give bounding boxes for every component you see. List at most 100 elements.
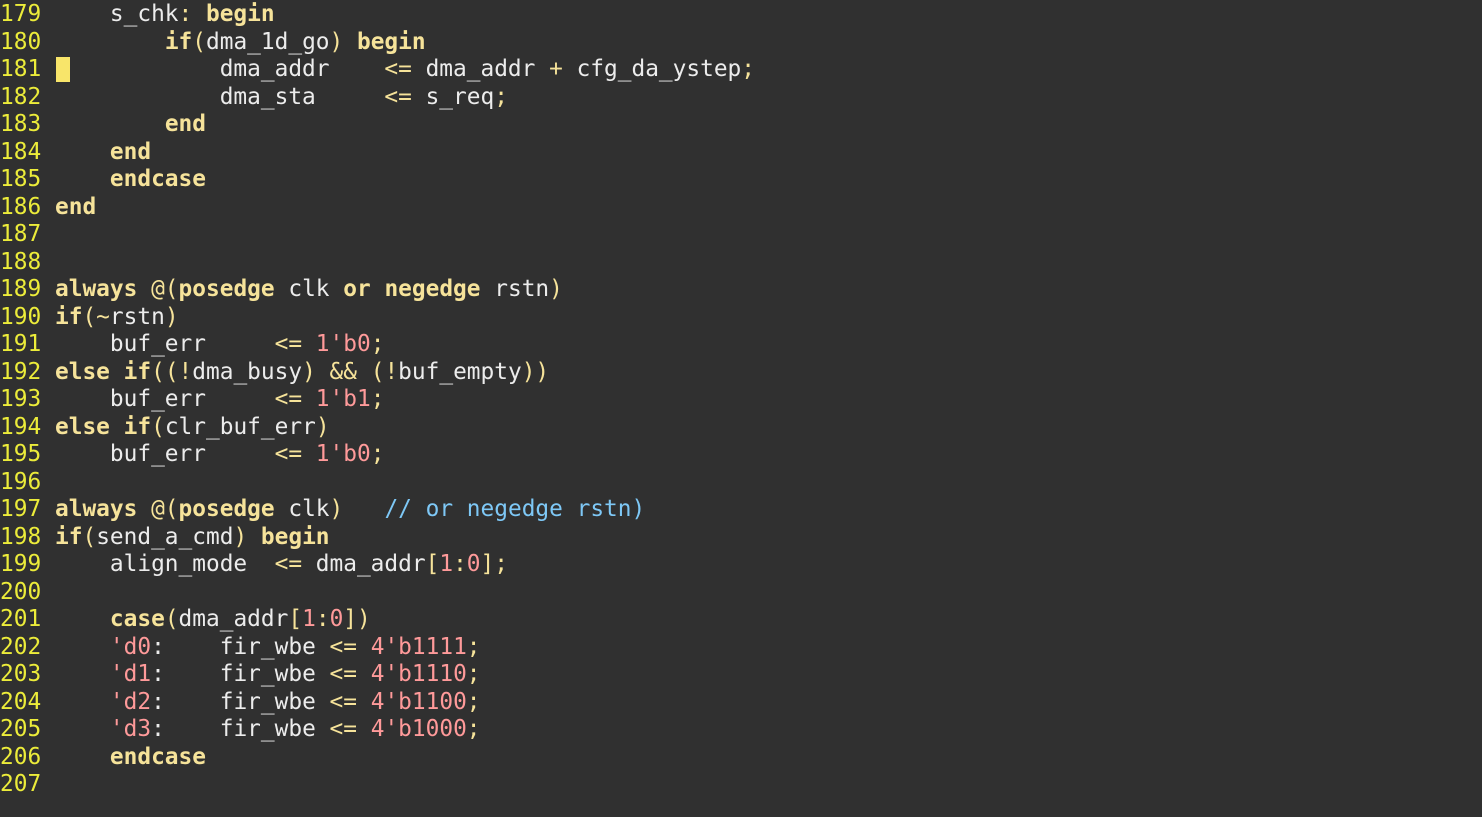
code-token: buf_err [55, 331, 275, 357]
code-editor[interactable]: 179 s_chk: begin 180 if(dma_1d_go) begin 1… [0, 0, 1482, 817]
code-token: )) [521, 358, 550, 385]
code-line[interactable]: 207 [0, 771, 55, 799]
code-line[interactable]: 205 'd3: fir_wbe <= 4'b1000; [0, 716, 481, 744]
code-line[interactable]: 183 end [0, 111, 206, 139]
code-line[interactable]: 190 if(~rstn) [0, 304, 179, 332]
code-token: ]; [480, 551, 508, 577]
code-line[interactable]: 184 end [0, 139, 151, 167]
code-token: 0 [329, 606, 344, 632]
code-token: if [123, 413, 152, 440]
code-token: ) [315, 413, 330, 440]
code-line[interactable]: 189 always @(posedge clk or negedge rstn) [0, 276, 563, 304]
code-line[interactable]: 185 endcase [0, 166, 206, 194]
line-number: 180 [0, 28, 42, 55]
code-line[interactable]: 191 buf_err <= 1'b0; [0, 331, 384, 359]
code-line[interactable]: 194 else if(clr_buf_err) [0, 414, 330, 442]
line-number: 184 [0, 138, 42, 165]
code-token: clk [274, 496, 330, 522]
code-line[interactable]: 179 s_chk: begin [0, 1, 275, 29]
code-line[interactable]: 206 endcase [0, 744, 206, 772]
line-number: 205 [0, 716, 42, 742]
line-number: 198 [0, 523, 42, 550]
code-line[interactable]: 192 else if((!dma_busy) && (!buf_empty)) [0, 359, 549, 387]
code-token: ; [466, 661, 481, 687]
code-token: case [109, 606, 165, 632]
code-line[interactable]: 195 buf_err <= 1'b0; [0, 441, 384, 469]
code-line[interactable]: 196 [0, 469, 55, 497]
code-token: : [178, 1, 206, 27]
code-token: ; [466, 688, 481, 715]
code-line[interactable]: 181 dma_addr <= dma_addr + cfg_da_ystep; [0, 56, 755, 84]
code-line[interactable]: 197 always @(posedge clk) // or negedge r… [0, 496, 645, 524]
line-number: 197 [0, 496, 42, 522]
code-line[interactable]: 186 end [0, 194, 96, 222]
code-line[interactable]: 200 [0, 579, 55, 607]
code-token: <= [274, 551, 303, 577]
code-text: endcase [55, 166, 206, 192]
code-token: : fir_wbe [151, 633, 330, 660]
code-line[interactable]: 180 if(dma_1d_go) begin [0, 29, 426, 57]
code-line[interactable]: 187 [0, 221, 55, 249]
code-token: 1'b0 [315, 441, 371, 467]
line-number: 199 [0, 551, 42, 577]
code-line[interactable]: 201 case(dma_addr[1:0]) [0, 606, 371, 634]
code-token: ; [370, 441, 385, 467]
code-token: ( [192, 28, 206, 55]
code-token: (~ [82, 303, 110, 330]
line-number: 182 [0, 83, 42, 110]
code-token: 0 [466, 551, 481, 577]
code-text: s_chk: begin [55, 1, 275, 27]
line-number: 186 [0, 193, 42, 220]
line-number: 187 [0, 221, 42, 247]
code-line[interactable]: 199 align_mode <= dma_addr[1:0]; [0, 551, 508, 579]
code-token: ; [494, 83, 508, 110]
code-text: else if(clr_buf_err) [55, 414, 330, 440]
code-token: @( [137, 276, 179, 302]
code-token: <= [329, 716, 357, 742]
line-number: 201 [0, 606, 42, 632]
code-token: <= [329, 661, 357, 687]
code-token: <= [274, 441, 303, 467]
code-token: buf_err [55, 441, 275, 467]
code-line[interactable]: 198 if(send_a_cmd) begin [0, 524, 330, 552]
code-token: 1 [439, 551, 454, 577]
code-token: 4'b1111 [370, 633, 467, 660]
code-token: 'd2 [109, 688, 152, 715]
code-token: dma_sta [55, 83, 385, 110]
code-token: dma_addr [411, 56, 550, 82]
line-number: 202 [0, 633, 42, 660]
code-line[interactable]: 188 [0, 249, 55, 277]
code-token: : fir_wbe [151, 688, 330, 715]
code-token: + [549, 56, 563, 82]
code-token: 4'b1000 [370, 716, 467, 742]
code-line[interactable]: 204 'd2: fir_wbe <= 4'b1100; [0, 689, 481, 717]
code-text: case(dma_addr[1:0]) [55, 606, 371, 632]
code-text: end [55, 139, 151, 165]
code-token: if [55, 303, 83, 330]
code-token: ( [151, 413, 165, 440]
code-token: rstn [480, 276, 550, 302]
code-token: 'd0 [109, 633, 152, 660]
code-line[interactable]: 202 'd0: fir_wbe <= 4'b1111; [0, 634, 481, 662]
code-line[interactable]: 193 buf_err <= 1'b1; [0, 386, 384, 414]
code-token: else [55, 413, 110, 440]
code-token: posedge [178, 496, 275, 522]
code-token: ; [741, 56, 756, 82]
code-token: <= [274, 386, 303, 412]
code-text: if(send_a_cmd) begin [55, 524, 330, 550]
code-token: ) [329, 496, 344, 522]
code-token: clk [274, 276, 344, 302]
code-text: always @(posedge clk) // or negedge rstn… [55, 496, 645, 522]
code-line[interactable]: 182 dma_sta <= s_req; [0, 84, 508, 112]
code-token: or [343, 276, 371, 302]
code-token: // or negedge rstn) [384, 496, 646, 522]
code-line[interactable]: 203 'd1: fir_wbe <= 4'b1110; [0, 661, 481, 689]
